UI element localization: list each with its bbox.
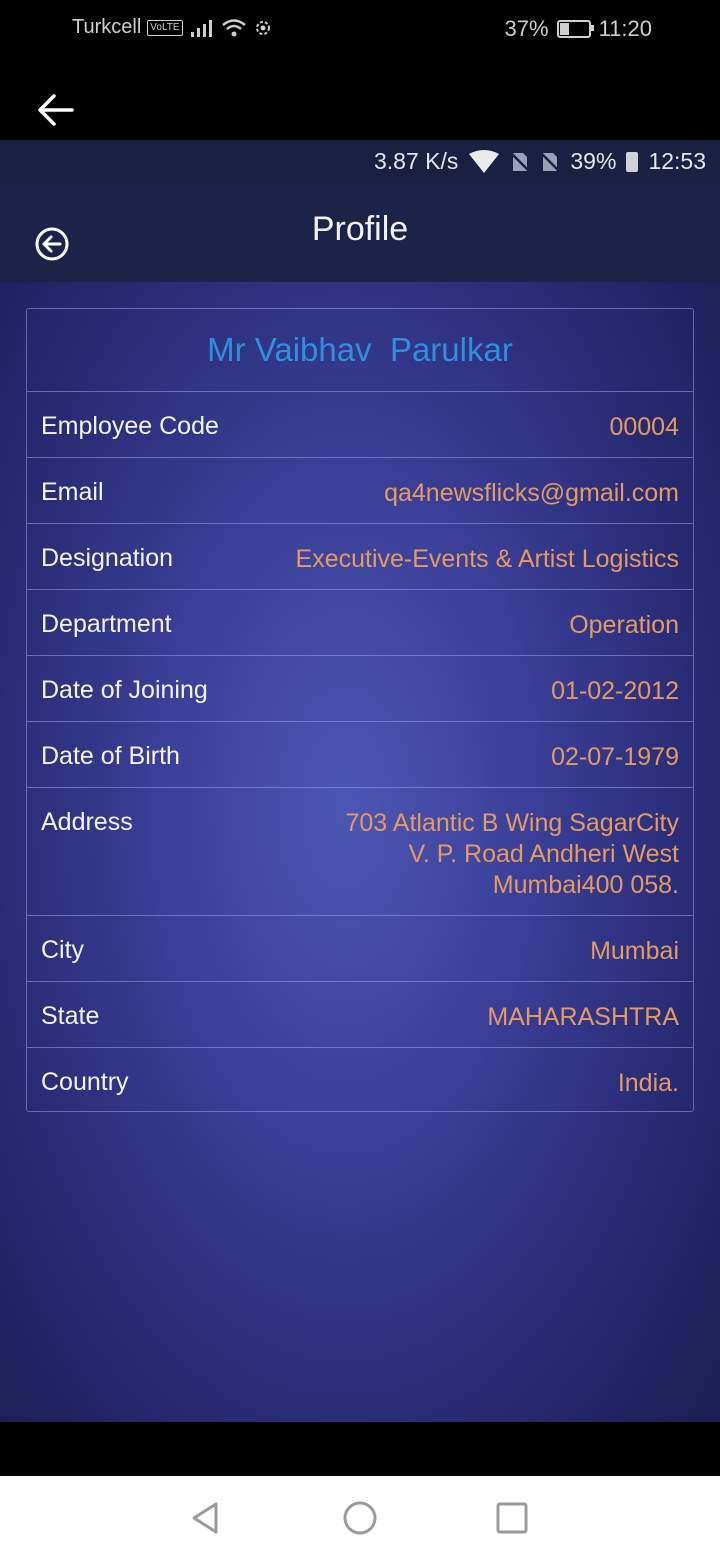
- row-email: Email qa4newsflicks@gmail.com: [27, 458, 693, 524]
- no-sim-icon: [510, 151, 531, 172]
- row-date-of-joining: Date of Joining 01-02-2012: [27, 656, 693, 722]
- row-value: 00004: [609, 413, 679, 441]
- row-value: Operation: [569, 611, 679, 639]
- address-line: Mumbai400 058.: [492, 871, 679, 899]
- battery-percent: 37%: [504, 16, 549, 41]
- row-value: 01-02-2012: [551, 677, 679, 705]
- profile-name-row: Mr Vaibhav Parulkar: [27, 309, 693, 392]
- address-line: 703 Atlantic B Wing SagarCity: [345, 809, 680, 837]
- wifi-icon: [221, 18, 246, 36]
- back-triangle-icon[interactable]: [186, 1498, 226, 1538]
- row-label: Email: [41, 478, 104, 506]
- row-label: Employee Code: [41, 412, 219, 440]
- inner-status-right: 3.87 K/s 39% 12:53: [374, 148, 706, 175]
- row-label: Address: [41, 808, 133, 836]
- signal-icon: [190, 19, 212, 37]
- address-line: V. P. Road Andheri West: [408, 840, 679, 868]
- row-label: Designation: [41, 544, 174, 572]
- network-speed: 3.87 K/s: [374, 148, 459, 174]
- row-designation: Designation Executive-Events & Artist Lo…: [27, 524, 693, 590]
- carrier-name: Turkcell: [72, 16, 142, 38]
- back-arrow-icon[interactable]: [36, 92, 76, 128]
- inner-clock: 12:53: [648, 148, 706, 174]
- row-label: Date of Birth: [41, 742, 180, 770]
- page-title: Profile: [311, 210, 409, 248]
- row-value: Executive-Events & Artist Logistics: [295, 545, 679, 573]
- row-value: qa4newsflicks@gmail.com: [384, 479, 679, 507]
- row-label: State: [41, 1002, 100, 1030]
- system-nav-bar: [0, 1476, 720, 1560]
- gear-icon: [255, 20, 270, 35]
- app-header: Profile: [0, 184, 720, 282]
- no-sim-icon-2: [540, 151, 561, 172]
- row-value: India.: [617, 1069, 679, 1097]
- row-employee-code: Employee Code 00004: [27, 392, 693, 458]
- row-label: Country: [41, 1068, 129, 1096]
- row-label: Date of Joining: [41, 676, 208, 704]
- outer-status-left: Turkcell VoLTE: [72, 16, 273, 39]
- app-screen: 3.87 K/s 39% 12:53 Profile Mr Vaibhav Pa…: [0, 140, 720, 1422]
- battery-icon: [556, 20, 594, 38]
- volte-badge: VoLTE: [147, 19, 183, 36]
- row-address: Address 703 Atlantic B Wing SagarCity V.…: [27, 788, 693, 916]
- profile-name: Mr Vaibhav Parulkar: [207, 331, 513, 368]
- row-state: State MAHARASHTRA: [27, 982, 693, 1048]
- row-value: MAHARASHTRA: [487, 1003, 679, 1031]
- outer-status-right: 37% 11:20: [505, 16, 652, 42]
- profile-card: Mr Vaibhav Parulkar Employee Code 00004 …: [26, 308, 694, 1112]
- row-date-of-birth: Date of Birth 02-07-1979: [27, 722, 693, 788]
- clock: 11:20: [598, 16, 652, 41]
- wifi-signal-icon: [469, 149, 500, 173]
- row-value: Mumbai: [590, 937, 679, 965]
- row-department: Department Operation: [27, 590, 693, 656]
- inner-battery-percent: 39%: [570, 148, 617, 174]
- top-bar: [0, 56, 720, 140]
- inner-battery-icon: [626, 151, 639, 172]
- row-label: Department: [41, 610, 172, 638]
- row-value-address: 703 Atlantic B Wing SagarCity V. P. Road…: [346, 788, 680, 901]
- row-country: Country India.: [27, 1048, 693, 1114]
- home-circle-icon[interactable]: [340, 1498, 380, 1538]
- row-value: 02-07-1979: [551, 743, 679, 771]
- row-label: City: [41, 936, 85, 964]
- bottom-spacer: [0, 1422, 720, 1476]
- recents-square-icon[interactable]: [492, 1498, 532, 1538]
- row-city: City Mumbai: [27, 916, 693, 982]
- outer-status-bar: Turkcell VoLTE 37% 11:20: [0, 0, 720, 56]
- inner-status-bar: 3.87 K/s 39% 12:53: [0, 140, 720, 184]
